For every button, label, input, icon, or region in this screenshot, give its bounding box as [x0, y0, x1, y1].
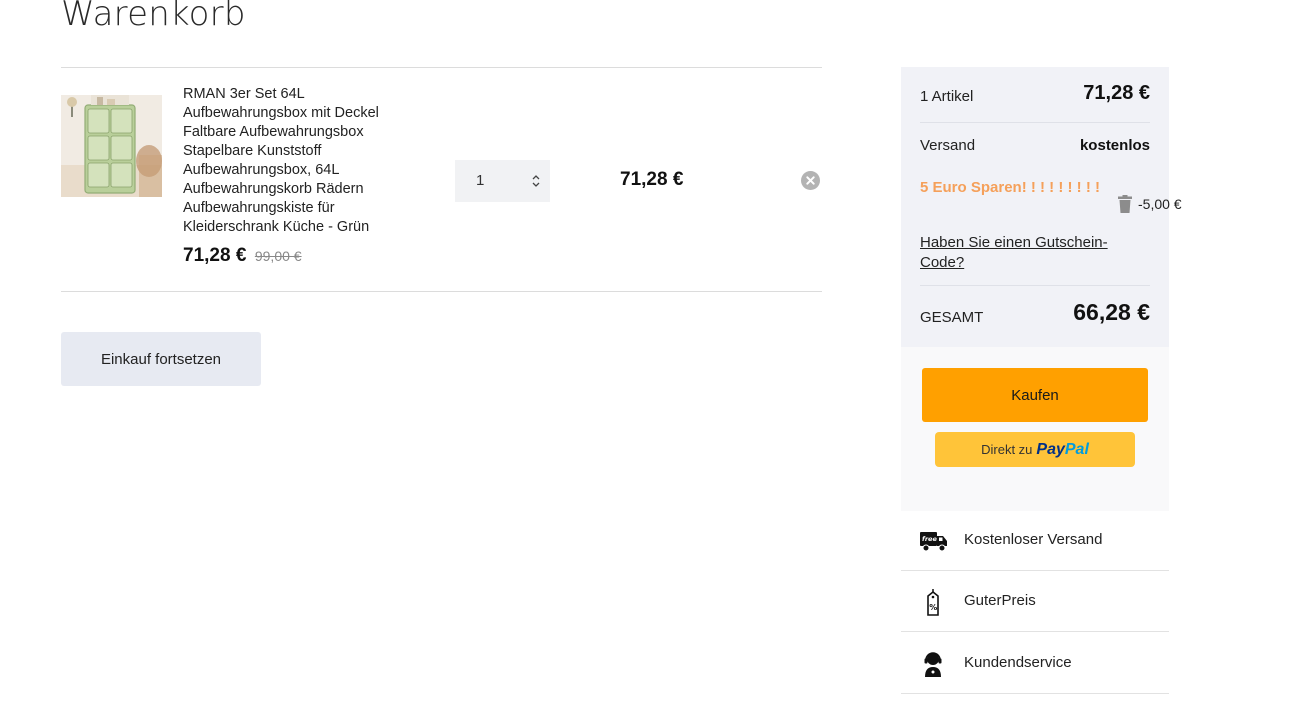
line-total: 71,28 €	[620, 169, 684, 190]
svg-text:%: %	[929, 603, 937, 612]
items-count-label: 1 Artikel	[920, 88, 974, 105]
remove-item-button[interactable]	[801, 171, 820, 190]
total-label: GESAMT	[920, 309, 984, 326]
items-subtotal: 71,28 €	[1083, 82, 1150, 104]
order-summary: 1 Artikel 71,28 € Versand kostenlos 5 Eu…	[901, 67, 1182, 347]
coupon-code-link[interactable]: Haben Sie einen Gutschein-Code?	[920, 233, 1130, 273]
feature-label: Kostenloser Versand	[964, 531, 1103, 548]
price-tag-percent-icon: %	[927, 589, 939, 616]
product-price-row: 71,28 € 99,00 €	[183, 245, 302, 267]
continue-shopping-button[interactable]: Einkauf fortsetzen	[61, 332, 261, 386]
promo-amount: -5,00 €	[1138, 196, 1182, 212]
cart-bottom-divider	[61, 291, 822, 292]
feature-label: GuterPreis	[964, 592, 1036, 609]
product-price: 71,28 €	[183, 245, 247, 266]
customer-service-headset-icon	[924, 652, 942, 677]
svg-text:free: free	[922, 535, 937, 543]
feature-label: Kundendservice	[964, 654, 1072, 671]
checkout-panel: Kaufen Direkt zu PayPal	[901, 347, 1169, 511]
close-icon	[806, 176, 815, 185]
product-image-graphic	[61, 95, 162, 197]
page-title: Warenkorb	[61, 0, 246, 34]
trash-icon[interactable]	[1118, 195, 1132, 213]
buy-button[interactable]: Kaufen	[922, 368, 1148, 422]
cart-top-divider	[61, 67, 822, 68]
total-value: 66,28 €	[1073, 299, 1150, 325]
quantity-stepper[interactable]: 1	[455, 160, 550, 202]
product-image[interactable]	[61, 95, 162, 197]
product-old-price: 99,00 €	[254, 248, 302, 264]
paypal-logo-pay: Pay	[1036, 440, 1065, 458]
shipping-label: Versand	[920, 137, 976, 154]
shipping-value: kostenlos	[1079, 137, 1150, 154]
quantity-value[interactable]: 1	[476, 172, 484, 189]
feature-free-shipping: free Kostenloser Versand	[901, 510, 1169, 571]
summary-divider	[920, 285, 1150, 286]
paypal-logo-pal: Pal	[1064, 440, 1089, 458]
free-shipping-truck-icon: free	[920, 532, 947, 552]
feature-good-price: % GuterPreis	[901, 571, 1169, 632]
spinner-arrows-icon[interactable]	[531, 171, 541, 191]
product-name[interactable]: RMAN 3er Set 64L Aufbewahrungsbox mit De…	[183, 85, 415, 237]
promo-name: 5 Euro Sparen! ! ! ! ! ! ! ! !	[920, 179, 1100, 196]
summary-divider	[920, 122, 1150, 123]
feature-customer-service: Kundendservice	[901, 633, 1169, 694]
paypal-button[interactable]: Direkt zu PayPal	[935, 432, 1135, 467]
paypal-prefix: Direkt zu	[981, 441, 1033, 457]
